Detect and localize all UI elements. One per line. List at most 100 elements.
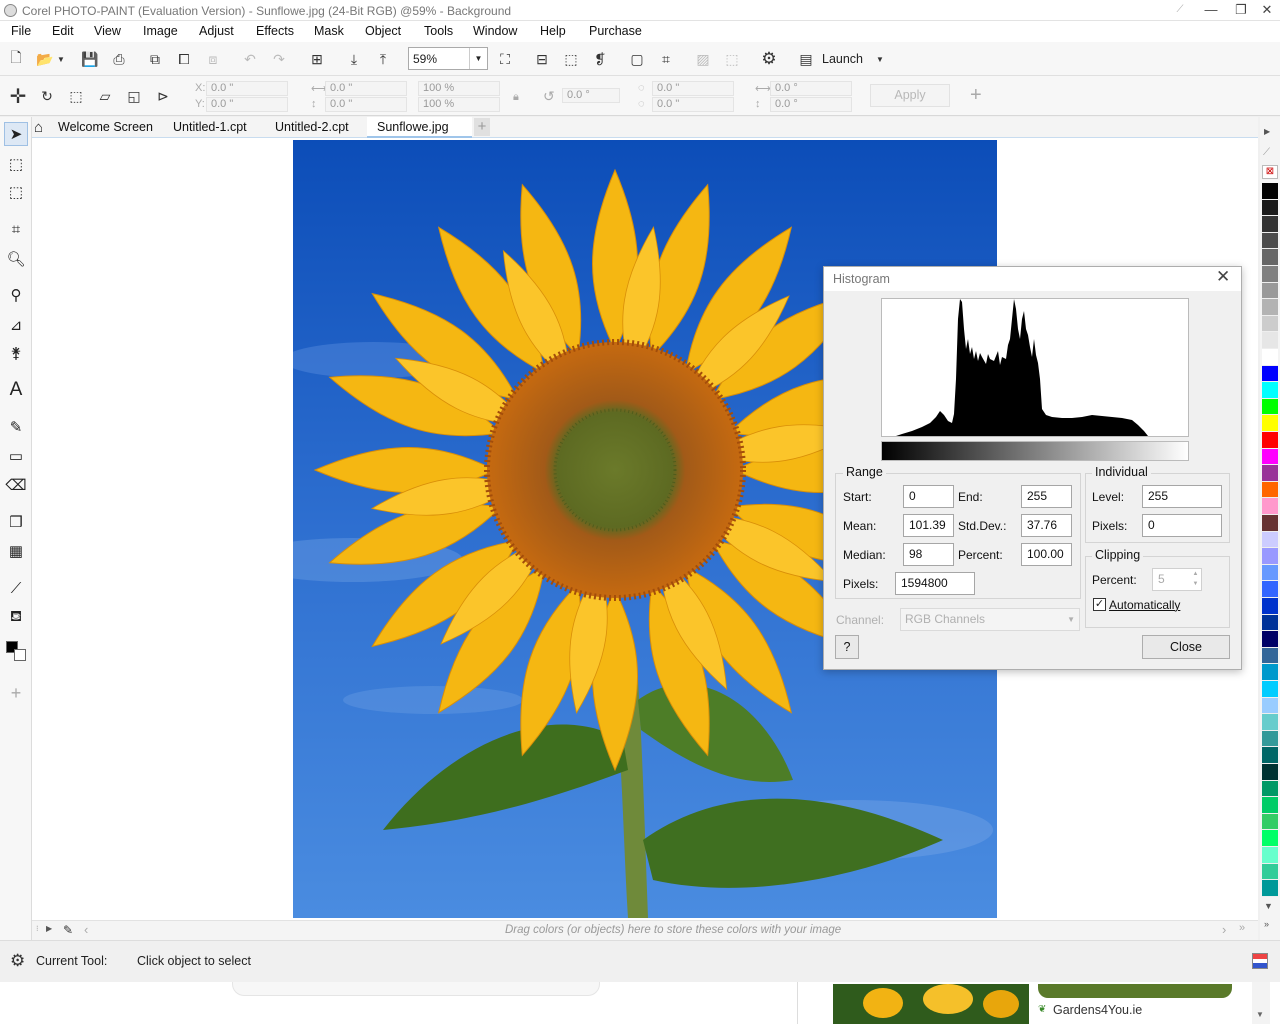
touch-up-tool-icon[interactable]: ⚵: [4, 341, 28, 365]
tab-untitled-1[interactable]: Untitled-1.cpt: [163, 117, 257, 138]
color-proof-icon[interactable]: [1252, 953, 1268, 969]
end-field[interactable]: 255: [1021, 485, 1072, 508]
color-swatch[interactable]: [1262, 282, 1278, 300]
color-swatch[interactable]: [1262, 332, 1278, 349]
menu-image[interactable]: Image: [143, 24, 178, 38]
add-tool-icon[interactable]: +: [4, 681, 28, 705]
apply-button[interactable]: Apply: [870, 84, 950, 107]
color-swatch[interactable]: [1262, 432, 1278, 449]
distort-tool-icon[interactable]: ◱: [122, 84, 146, 108]
color-swatch[interactable]: [1262, 581, 1278, 598]
color-swatch[interactable]: [1262, 349, 1278, 366]
export-icon[interactable]: ⤒: [371, 47, 395, 71]
color-swatch[interactable]: [1262, 714, 1278, 731]
transparency-tool-icon[interactable]: ▦: [4, 539, 28, 563]
color-swatch[interactable]: [1262, 183, 1278, 200]
color-swatch[interactable]: [1262, 863, 1278, 881]
color-swatch[interactable]: [1262, 614, 1278, 632]
lock-ratio-icon[interactable]: 🔒︎: [513, 91, 519, 104]
tray-scroll-right-icon[interactable]: ›: [1222, 922, 1226, 937]
tray-eyedropper-icon[interactable]: ✎: [63, 923, 73, 937]
level-field[interactable]: 255: [1142, 485, 1222, 508]
color-swatch[interactable]: [1262, 382, 1278, 399]
scale-width-field[interactable]: 100 %: [418, 81, 500, 96]
launch-icon[interactable]: ▤: [794, 47, 818, 71]
x-field[interactable]: 0.0 ": [206, 81, 288, 96]
height-field[interactable]: 0.0 ": [325, 97, 407, 112]
mask-overlay-icon[interactable]: ⬚: [559, 47, 583, 71]
position-tool-icon[interactable]: ✛: [6, 84, 30, 108]
menu-tools[interactable]: Tools: [424, 24, 453, 38]
clip-mask-icon[interactable]: ⬚: [720, 47, 744, 71]
crop-tool-icon[interactable]: ⌗: [4, 217, 28, 241]
color-swatch[interactable]: [1262, 465, 1278, 482]
color-swatch[interactable]: [1262, 299, 1278, 316]
color-swatch[interactable]: [1262, 780, 1278, 798]
background-scrollbar[interactable]: ▼: [1252, 982, 1270, 1024]
paint-tool-icon[interactable]: ✎: [4, 415, 28, 439]
eraser-tool-icon[interactable]: ⌫: [4, 473, 28, 497]
new-tab-button[interactable]: +: [474, 118, 490, 136]
color-swatch[interactable]: [1262, 830, 1278, 847]
color-swatch[interactable]: [1262, 880, 1278, 897]
help-button[interactable]: ?: [835, 635, 859, 659]
color-swatch[interactable]: [1262, 398, 1278, 416]
menu-mask[interactable]: Mask: [314, 24, 344, 38]
convert-icon[interactable]: ⊞: [305, 47, 329, 71]
background-color-swatch[interactable]: [14, 649, 26, 661]
color-swatch[interactable]: [1262, 847, 1278, 864]
tray-options-icon[interactable]: ⁝: [36, 924, 39, 933]
skew-tool-icon[interactable]: ▱: [93, 84, 117, 108]
automatically-label[interactable]: Automatically: [1109, 598, 1180, 612]
menu-effects[interactable]: Effects: [256, 24, 294, 38]
color-swatch[interactable]: [1262, 232, 1278, 250]
color-eyedropper-tool-icon[interactable]: ⟋: [4, 576, 28, 600]
palette-scroll-up-icon[interactable]: ▶: [1264, 127, 1270, 136]
full-screen-icon[interactable]: ⛶: [493, 47, 517, 71]
center-x-field[interactable]: 0.0 ": [652, 81, 734, 96]
text-tool-icon[interactable]: A: [4, 378, 28, 402]
menu-edit[interactable]: Edit: [52, 24, 74, 38]
scroll-down-icon[interactable]: ▼: [1256, 1010, 1264, 1019]
color-swatch[interactable]: [1262, 797, 1278, 814]
cut-icon[interactable]: ⧉: [143, 47, 167, 71]
rectangle-mask-tool-icon[interactable]: ⬚: [4, 152, 28, 176]
mask-brush-icon[interactable]: ❡: [588, 47, 612, 71]
print-icon[interactable]: ⎙: [107, 47, 131, 71]
no-color-swatch[interactable]: ⊠: [1262, 165, 1278, 179]
tab-sunflowe[interactable]: Sunflowe.jpg: [367, 117, 472, 138]
color-swatch[interactable]: [1262, 548, 1278, 565]
lock-object-icon[interactable]: ▨: [691, 47, 715, 71]
color-swatch[interactable]: [1262, 664, 1278, 681]
paste-icon[interactable]: ⧈: [201, 47, 225, 71]
color-swatch[interactable]: [1262, 647, 1278, 665]
copy-icon[interactable]: ⧠: [172, 47, 196, 71]
color-swatch[interactable]: [1262, 448, 1278, 466]
color-swatch[interactable]: [1262, 249, 1278, 266]
color-swatch[interactable]: [1262, 365, 1278, 383]
width-field[interactable]: 0.0 ": [325, 81, 407, 96]
red-eye-tool-icon[interactable]: ⊿: [4, 313, 28, 337]
dialog-close-icon[interactable]: ✕: [1216, 267, 1230, 287]
new-file-icon[interactable]: 🗋: [4, 47, 28, 71]
scale-height-field[interactable]: 100 %: [418, 97, 500, 112]
home-icon[interactable]: ⌂: [34, 119, 43, 136]
sunflower-field-thumbnail[interactable]: [833, 984, 1029, 1024]
clip-percent-spinner[interactable]: ▲ ▼: [1190, 569, 1201, 590]
color-swatch[interactable]: [1262, 681, 1278, 698]
tab-welcome-screen[interactable]: Welcome Screen: [48, 117, 163, 138]
gear-icon[interactable]: ⚙: [10, 951, 25, 971]
palette-eyedropper-icon[interactable]: ⟋: [1263, 147, 1270, 158]
color-swatch[interactable]: [1262, 697, 1278, 715]
menu-view[interactable]: View: [94, 24, 121, 38]
minimize-button[interactable]: —: [1196, 0, 1226, 21]
menu-object[interactable]: Object: [365, 24, 401, 38]
tray-expand-icon[interactable]: »: [1239, 922, 1245, 934]
menu-help[interactable]: Help: [540, 24, 566, 38]
launch-label[interactable]: Launch: [822, 52, 863, 66]
close-button[interactable]: Close: [1142, 635, 1230, 659]
color-swatch[interactable]: [1262, 813, 1278, 831]
channel-select[interactable]: RGB Channels ▼: [900, 608, 1080, 631]
skew-h-field[interactable]: 0.0 °: [770, 81, 852, 96]
open-dropdown-icon[interactable]: ▼: [54, 47, 68, 71]
